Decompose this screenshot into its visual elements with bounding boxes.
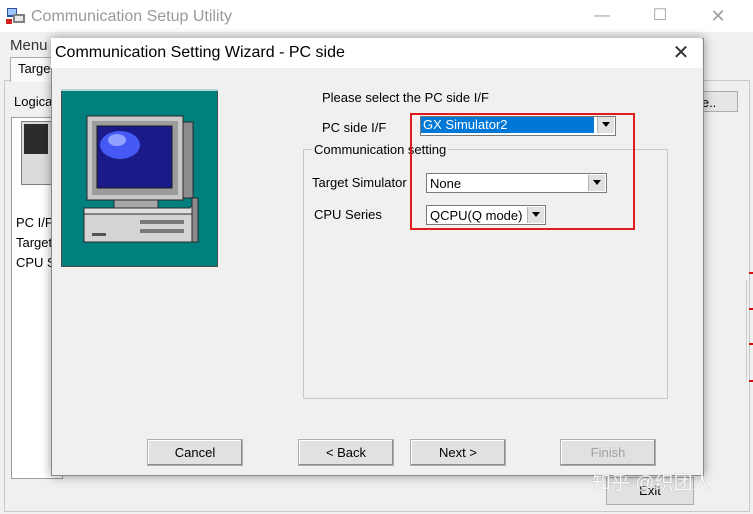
watermark: 知乎 @织团人: [592, 473, 712, 494]
maximize-icon[interactable]: ☐: [648, 6, 672, 26]
instruction-text: Please select the PC side I/F: [322, 90, 489, 105]
next-button[interactable]: Next >: [410, 439, 506, 466]
marker-tick: [749, 343, 753, 345]
marker-tick: [749, 272, 753, 274]
marker-tick: [749, 380, 753, 382]
field-label-cpu: CPU S: [16, 255, 56, 270]
dialog-title: Communication Setting Wizard - PC side: [55, 44, 345, 61]
highlight-annotation: [410, 113, 635, 230]
field-label-target: Target: [16, 235, 53, 250]
cpu-series-label: CPU Series: [314, 207, 382, 222]
plc-icon-screen: [24, 124, 48, 154]
finish-button: Finish: [560, 439, 656, 466]
marker-tick: [749, 308, 753, 310]
tab-target-label: Targe: [18, 61, 51, 76]
background-window-title: Communication Setup Utility: [31, 8, 232, 25]
illustration-border: [61, 89, 218, 91]
section-label-logical: Logica: [14, 94, 53, 109]
computer-illustration: [61, 89, 218, 267]
pc-side-if-label: PC side I/F: [322, 120, 387, 135]
close-icon[interactable]: ✕: [706, 6, 730, 26]
field-label-pc-if: PC I/F: [16, 215, 53, 230]
target-simulator-label: Target Simulator: [312, 175, 407, 190]
app-icon: [6, 7, 26, 25]
minimize-icon[interactable]: —: [590, 6, 614, 26]
computer-icon: [83, 115, 199, 243]
background-scrollbar[interactable]: [746, 280, 753, 380]
back-button[interactable]: < Back: [298, 439, 394, 466]
cancel-button[interactable]: Cancel: [147, 439, 243, 466]
close-icon[interactable]: ✕: [670, 42, 692, 64]
menu-bar-menu[interactable]: Menu: [10, 37, 48, 54]
